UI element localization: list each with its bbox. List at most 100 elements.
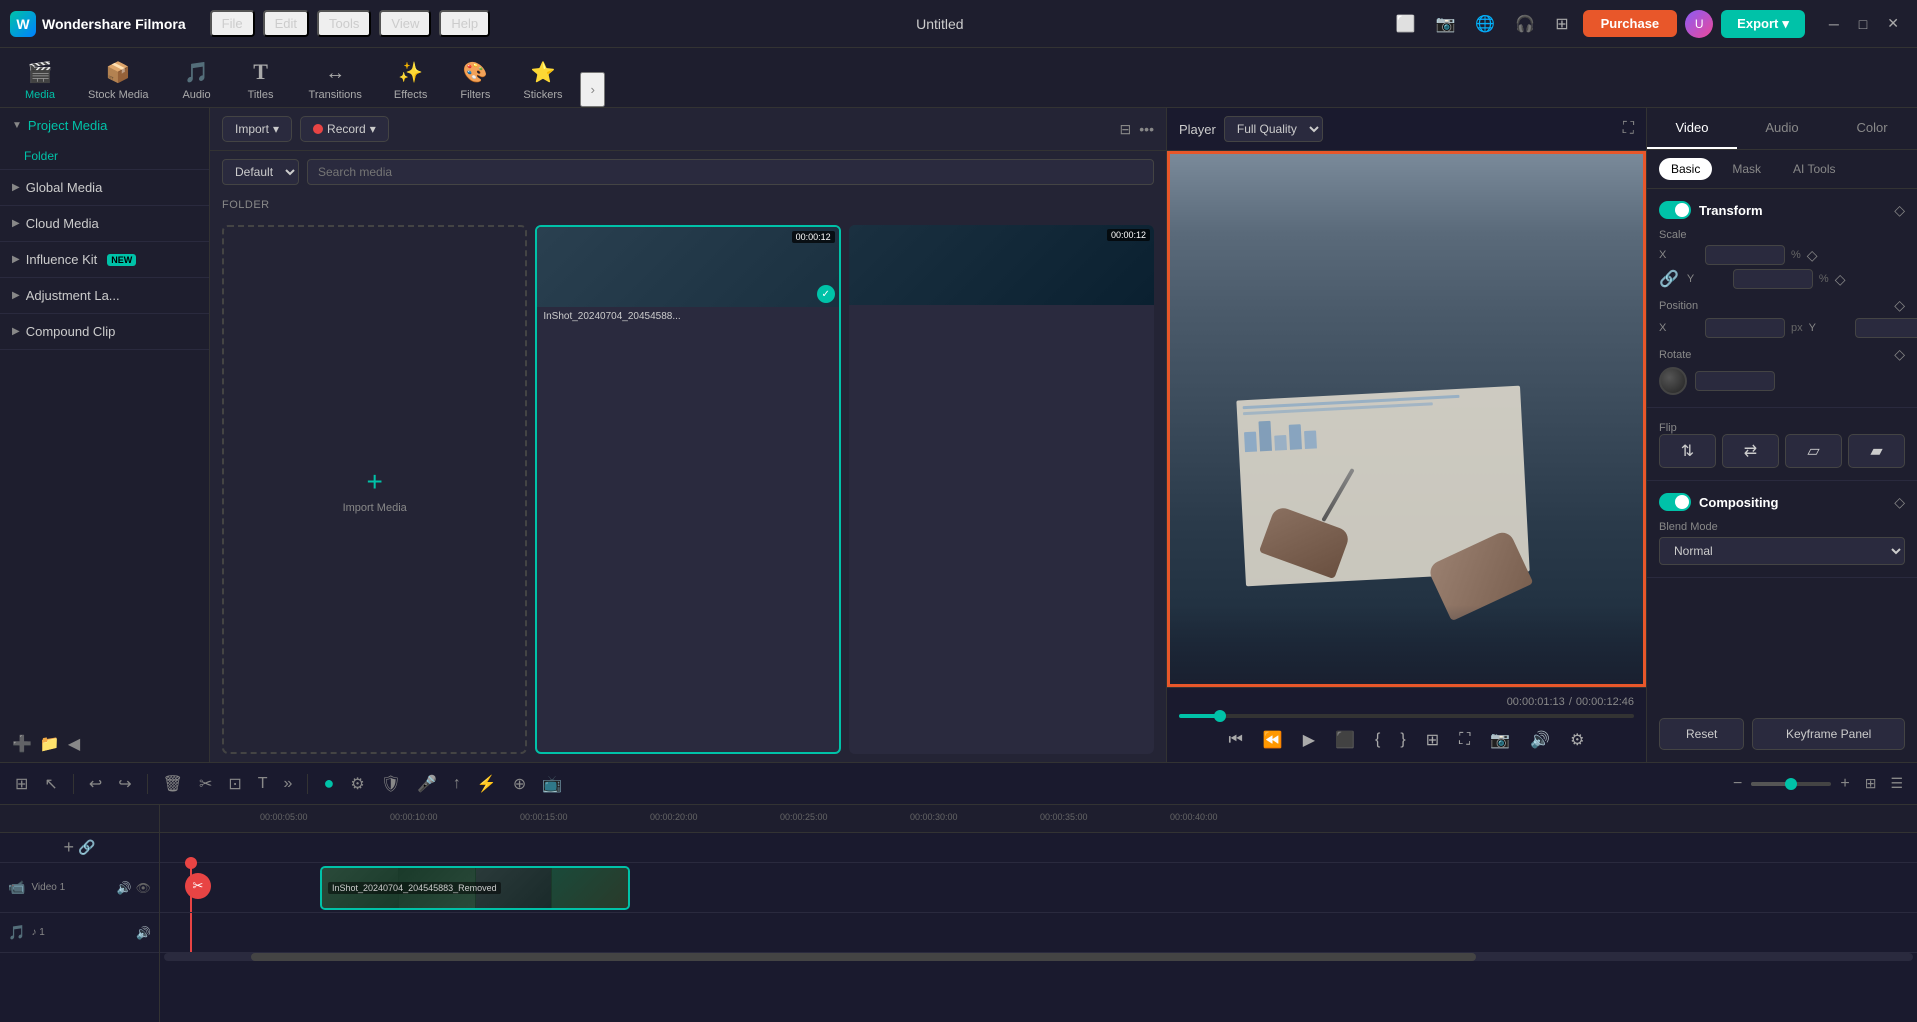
rotate-input[interactable]: 0.00° [1695,371,1775,391]
minimize-button[interactable]: ─ [1821,12,1847,36]
tool-filters[interactable]: 🎨 Filters [445,54,505,107]
settings-button[interactable]: ⚙ [1564,726,1590,754]
shield-button[interactable]: 🛡 [376,770,406,798]
zoom-thumb[interactable] [1785,778,1797,790]
cut-button[interactable]: ✂ [194,770,217,798]
headphone-icon[interactable]: 🎧 [1509,10,1541,38]
keyframe-panel-button[interactable]: Keyframe Panel [1752,718,1905,750]
avatar[interactable]: U [1685,10,1713,38]
track-volume-button[interactable]: 🔊 [117,881,132,895]
tab-video[interactable]: Video [1647,108,1737,149]
filter-icon[interactable]: ⊟ [1120,121,1132,138]
timeline-layout-button[interactable]: ⊞ [10,770,33,798]
text-button[interactable]: T [253,771,273,797]
green-circle-button[interactable]: ● [318,769,339,798]
import-button[interactable]: Import ▾ [222,116,292,142]
tool-titles[interactable]: T Titles [231,53,291,107]
layout-icon[interactable]: ⊞ [1549,10,1574,38]
mark-out-button[interactable]: } [1394,727,1411,753]
import-media-item[interactable]: + Import Media [222,225,527,754]
play-button[interactable]: ▶ [1297,726,1321,754]
flip-horizontal-button[interactable]: ⇅ [1659,434,1716,468]
redo-button[interactable]: ↪ [113,770,136,798]
video-clip[interactable]: InShot_20240704_204545883_Removed [320,866,630,910]
more-options-icon[interactable]: ••• [1139,121,1154,137]
collapse-panel-button[interactable]: ◀ [68,734,80,754]
step-back-button[interactable]: ⏪ [1257,726,1289,754]
adjustment-la-header[interactable]: ▶ Adjustment La... [0,278,209,313]
horizontal-scrollbar[interactable] [164,953,1913,961]
volume-button[interactable]: 🔊 [1524,726,1556,754]
search-input[interactable] [307,159,1154,185]
menu-tools[interactable]: Tools [317,10,371,37]
flip-square-button[interactable]: ▱ [1785,434,1842,468]
toolbar-more-button[interactable]: › [580,72,604,107]
folder-button[interactable]: 📁 [40,734,60,754]
compound-clip-header[interactable]: ▶ Compound Clip [0,314,209,349]
rotate-disc[interactable] [1659,367,1687,395]
add-folder-button[interactable]: ➕ [12,734,32,754]
tool-effects[interactable]: ✨ Effects [380,54,441,107]
default-select[interactable]: Default [222,159,299,185]
compositing-toggle[interactable] [1659,493,1691,511]
list-view-button[interactable]: ☰ [1886,771,1907,796]
subtab-mask[interactable]: Mask [1720,158,1773,180]
pos-x-input[interactable]: 0.00 [1705,318,1785,338]
flip-vertical-button[interactable]: ⇄ [1722,434,1779,468]
add-to-timeline-button[interactable]: ⊞ [1420,726,1445,754]
position-keyframe[interactable]: ◇ [1894,297,1905,314]
export-tl-button[interactable]: ↑ [448,771,466,797]
share-icon[interactable]: 🌐 [1469,10,1501,38]
link-track-button[interactable]: 🔗 [78,839,95,856]
tab-color[interactable]: Color [1827,108,1917,149]
scale-x-keyframe[interactable]: ◇ [1807,247,1818,264]
tool-audio[interactable]: 🎵 Audio [167,54,227,107]
cut-icon[interactable]: ✂ [185,873,211,899]
skip-back-button[interactable]: ⏮ [1222,727,1248,753]
purchase-button[interactable]: Purchase [1583,10,1678,37]
flip-mirror-button[interactable]: ▰ [1848,434,1905,468]
motion-button[interactable]: ⚡ [472,770,502,798]
media-item-clip2[interactable]: 00:00:12 [849,225,1154,754]
fullscreen-icon[interactable]: ⛶ [1623,120,1634,138]
screen-add-button[interactable]: 📺 [537,770,567,798]
fullscreen-player-button[interactable]: ⛶ [1453,727,1476,753]
menu-view[interactable]: View [379,10,431,37]
progress-thumb[interactable] [1214,710,1226,722]
audio-volume-button[interactable]: 🔊 [136,926,151,940]
media-item-clip1[interactable]: 00:00:12 ✓ InShot_20240704_20454588... [535,225,840,754]
stop-button[interactable]: ⬛ [1329,726,1361,754]
folder-label[interactable]: Folder [0,143,209,169]
undo-button[interactable]: ↩ [84,770,107,798]
export-button[interactable]: Export ▾ [1721,10,1805,38]
tool-media[interactable]: 🎬 Media [10,54,70,107]
mark-in-button[interactable]: { [1369,727,1386,753]
influence-kit-header[interactable]: ▶ Influence Kit NEW [0,242,209,277]
subtab-ai-tools[interactable]: AI Tools [1781,158,1847,180]
menu-help[interactable]: Help [439,10,490,37]
compositing-keyframe-icon[interactable]: ◇ [1894,494,1905,511]
more-button[interactable]: » [279,771,298,797]
menu-file[interactable]: File [210,10,255,37]
tool-stickers[interactable]: ⭐ Stickers [509,54,576,107]
quality-select[interactable]: Full Quality [1224,116,1323,142]
scale-y-keyframe[interactable]: ◇ [1835,271,1846,288]
scale-x-input[interactable]: 100.00 [1705,245,1785,265]
gear-circle-button[interactable]: ⚙ [345,770,369,798]
trim-button[interactable]: ⊡ [223,770,246,798]
pos-y-input[interactable]: 0.00 [1855,318,1917,338]
track-eye-button[interactable]: 👁 [136,881,151,895]
mic-button[interactable]: 🎤 [412,770,442,798]
tool-transitions[interactable]: ↔ Transitions [295,56,376,107]
menu-edit[interactable]: Edit [263,10,309,37]
subtab-basic[interactable]: Basic [1659,158,1712,180]
playback-progress[interactable] [1179,714,1634,718]
close-button[interactable]: ✕ [1879,11,1907,36]
tool-stock-media[interactable]: 📦 Stock Media [74,54,163,107]
rotate-keyframe[interactable]: ◇ [1894,346,1905,363]
screen-icon[interactable]: ⬜ [1390,10,1422,38]
delete-button[interactable]: 🗑 [158,770,188,798]
media-icon[interactable]: 📷 [1429,10,1461,38]
project-media-header[interactable]: ▼ Project Media [0,108,209,143]
zoom-slider[interactable] [1751,782,1831,786]
